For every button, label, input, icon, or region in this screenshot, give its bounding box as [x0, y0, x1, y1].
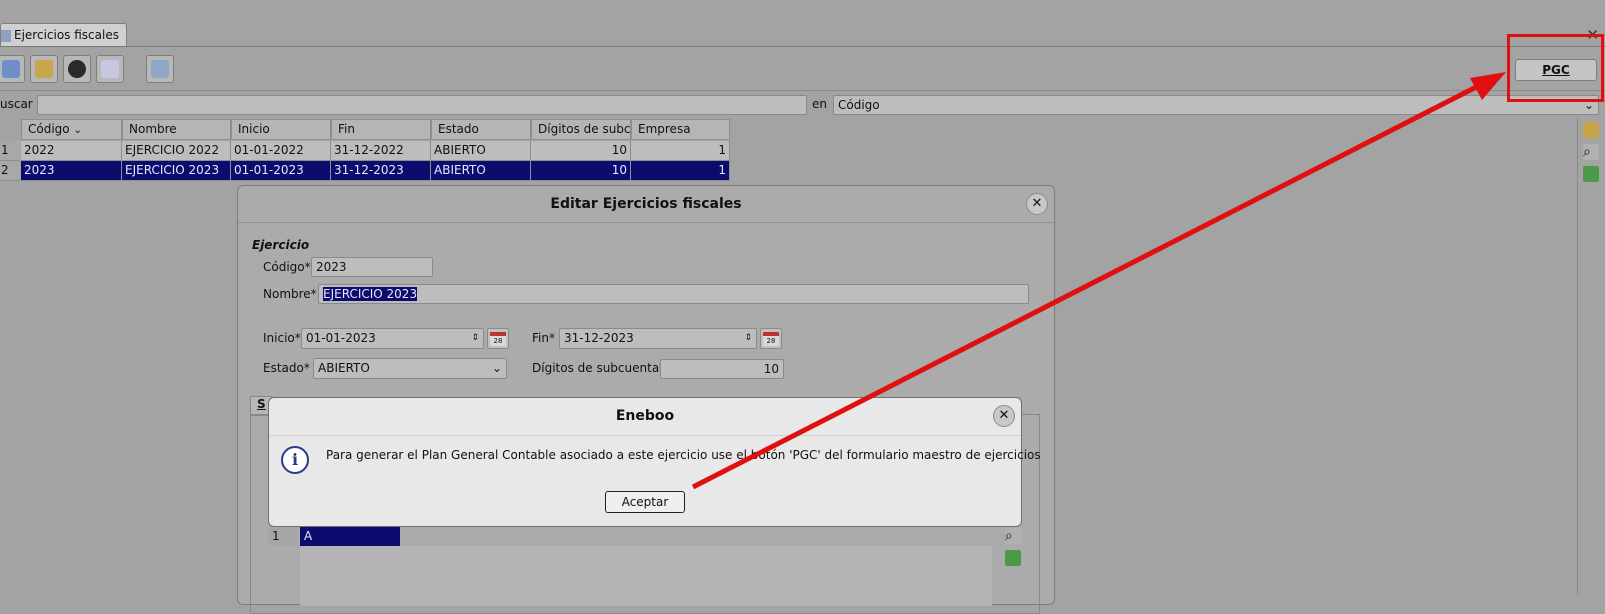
arrow-line — [691, 79, 1488, 490]
arrow-head — [1470, 72, 1506, 100]
annotation-arrow — [691, 72, 1506, 490]
